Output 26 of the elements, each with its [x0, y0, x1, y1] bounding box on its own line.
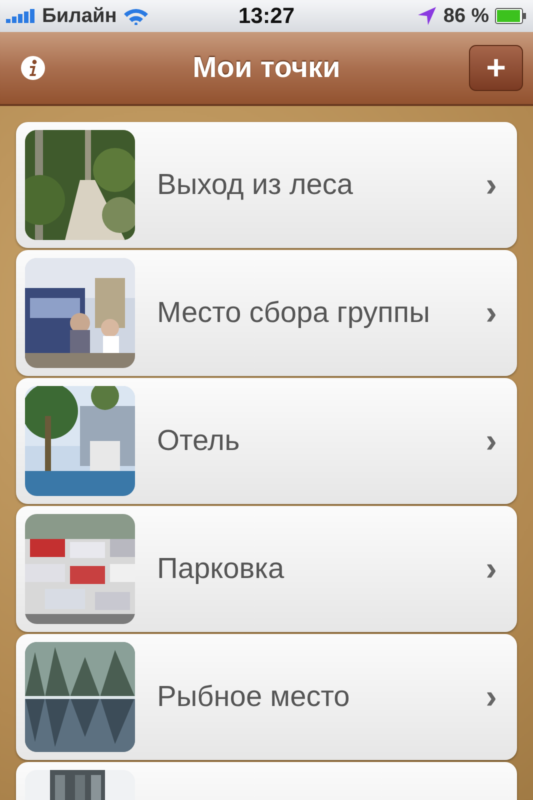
chevron-icon: ›	[486, 296, 497, 330]
place-row[interactable]: Парковка ›	[16, 506, 517, 632]
place-name: Отель	[157, 424, 241, 458]
chevron-icon: ›	[486, 680, 497, 714]
battery-percent: 86 %	[443, 4, 489, 28]
place-row[interactable]: Выход из леса ›	[16, 122, 517, 248]
carrier-name: Билайн	[42, 4, 117, 28]
place-name: Рыбное место	[157, 680, 351, 714]
place-row[interactable]: Рыбное место ›	[16, 634, 517, 760]
add-button[interactable]: +	[469, 45, 523, 91]
place-name: Место сбора группы	[157, 296, 431, 330]
nav-title: Мои точки	[192, 52, 340, 84]
location-arrow-icon	[417, 6, 438, 26]
battery-icon	[495, 8, 527, 24]
chevron-icon: ›	[486, 424, 497, 458]
place-row[interactable]: Место сбора группы ›	[16, 250, 517, 376]
wifi-icon	[122, 7, 149, 25]
place-name: Выход из леса	[157, 168, 354, 202]
chevron-icon: ›	[486, 552, 497, 586]
chevron-icon: ›	[486, 168, 497, 202]
place-row[interactable]: Отель ›	[16, 378, 517, 504]
place-name: Парковка	[157, 552, 286, 586]
clock-time: 13:27	[238, 3, 295, 29]
info-icon	[20, 55, 46, 81]
signal-icon	[6, 9, 36, 23]
info-button[interactable]	[20, 55, 46, 81]
